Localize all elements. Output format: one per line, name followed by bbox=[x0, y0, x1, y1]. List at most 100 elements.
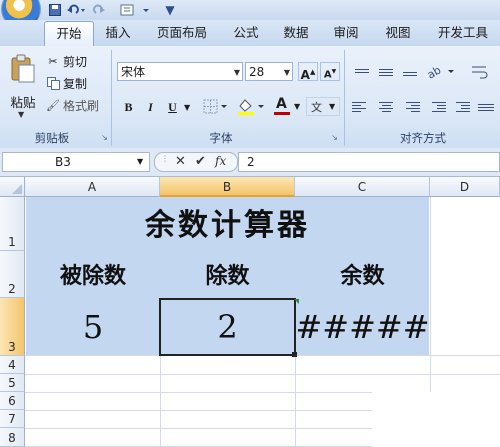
font-color-icon: A bbox=[276, 96, 287, 112]
italic-button[interactable]: I bbox=[141, 97, 160, 116]
grow-font-icon: A bbox=[300, 68, 310, 82]
row-header-4[interactable]: 4 bbox=[0, 356, 25, 374]
cell-c2-remainder-header[interactable]: 余数 bbox=[295, 258, 430, 296]
enter-icon[interactable]: ✔ bbox=[195, 154, 206, 169]
text-orientation-icon: ab bbox=[425, 63, 454, 82]
font-dialog-launcher-icon[interactable]: ↘ bbox=[330, 133, 339, 142]
group-separator bbox=[111, 50, 112, 146]
borders-icon bbox=[203, 99, 227, 114]
cell-a1-title[interactable]: 余数计算器 bbox=[26, 200, 429, 252]
copy-icon bbox=[46, 77, 60, 91]
top-align-button[interactable] bbox=[352, 64, 372, 80]
clipboard-dialog-launcher-icon[interactable]: ↘ bbox=[100, 133, 109, 142]
save-icon[interactable] bbox=[48, 2, 62, 17]
phonetic-guide-button[interactable]: 文 ▼ bbox=[306, 97, 340, 116]
svg-text:ab: ab bbox=[425, 63, 443, 81]
merge-center-button[interactable] bbox=[476, 99, 496, 115]
paste-button[interactable]: 粘贴 ▼ bbox=[4, 52, 42, 124]
formula-value: 2 bbox=[247, 155, 255, 169]
paint-bucket-icon bbox=[238, 99, 264, 115]
column-header-a[interactable]: A bbox=[25, 177, 160, 197]
align-left-icon bbox=[352, 99, 372, 115]
scissors-icon: ✂ bbox=[48, 55, 58, 68]
borders-button[interactable] bbox=[201, 97, 229, 116]
middle-align-button[interactable] bbox=[376, 64, 396, 80]
font-color-swatch bbox=[274, 112, 290, 115]
align-right-button[interactable] bbox=[400, 99, 420, 115]
format-painter-label: 格式刷 bbox=[63, 99, 100, 113]
row-header-8[interactable]: 8 bbox=[0, 428, 25, 447]
tab-data[interactable]: 数据 bbox=[274, 21, 318, 45]
tab-review[interactable]: 审阅 bbox=[324, 21, 368, 45]
tab-page-layout[interactable]: 页面布局 bbox=[146, 21, 218, 45]
decrease-indent-icon bbox=[426, 99, 446, 115]
insert-function-icon[interactable]: fx bbox=[215, 154, 226, 168]
format-painter-button[interactable]: 🖌 格式刷 bbox=[46, 96, 99, 116]
select-all-icon bbox=[12, 184, 22, 194]
align-bottom-icon bbox=[400, 64, 420, 80]
name-box[interactable]: B3 ▼ bbox=[2, 152, 150, 172]
align-right-icon bbox=[400, 99, 420, 115]
font-size-select[interactable]: 28 ▼ bbox=[245, 62, 293, 81]
copy-button[interactable]: 复制 bbox=[46, 74, 87, 94]
align-center-button[interactable] bbox=[376, 99, 396, 115]
increase-indent-button[interactable] bbox=[450, 99, 470, 115]
select-all-button[interactable] bbox=[0, 177, 25, 197]
cell-a2-dividend-header[interactable]: 被除数 bbox=[26, 258, 160, 296]
undo-icon[interactable] bbox=[66, 2, 88, 17]
tab-view[interactable]: 视图 bbox=[376, 21, 420, 45]
row-header-6[interactable]: 6 bbox=[0, 392, 25, 410]
print-preview-icon[interactable] bbox=[118, 2, 154, 17]
shrink-font-icon: A bbox=[323, 69, 332, 81]
tab-developer[interactable]: 开发工具 bbox=[428, 21, 498, 45]
shrink-font-button[interactable]: A▼ bbox=[320, 62, 340, 81]
formula-controls: ⋮ ✕ ✔ fx bbox=[154, 152, 238, 172]
grow-font-button[interactable]: A▲ bbox=[298, 62, 318, 82]
align-top-icon bbox=[352, 64, 372, 80]
tab-formulas[interactable]: 公式 bbox=[224, 21, 268, 45]
column-header-d[interactable]: D bbox=[430, 177, 500, 197]
phonetic-icon: 文 bbox=[311, 101, 322, 114]
cancel-icon[interactable]: ✕ bbox=[175, 154, 186, 169]
font-color-button[interactable]: A ▼ bbox=[272, 96, 302, 116]
cut-button[interactable]: ✂ 剪切 bbox=[46, 52, 87, 72]
paste-label: 粘贴 bbox=[10, 95, 36, 110]
increase-indent-icon bbox=[450, 99, 470, 115]
cell-b2-divisor-header[interactable]: 除数 bbox=[160, 258, 295, 296]
align-left-button[interactable] bbox=[352, 99, 372, 115]
orientation-button[interactable]: ab bbox=[424, 62, 458, 82]
bold-button[interactable]: B bbox=[119, 97, 138, 116]
row-header-2[interactable]: 2 bbox=[0, 251, 25, 298]
fill-handle[interactable] bbox=[292, 352, 297, 357]
tab-insert[interactable]: 插入 bbox=[96, 21, 140, 45]
active-cell-border bbox=[159, 298, 296, 356]
customize-quick-access[interactable]: ▼ bbox=[164, 2, 176, 17]
column-header-c[interactable]: C bbox=[295, 177, 430, 197]
tab-home[interactable]: 开始 bbox=[44, 21, 94, 47]
underline-button[interactable]: U bbox=[163, 97, 182, 116]
row-header-1[interactable]: 1 bbox=[0, 197, 25, 251]
row-header-3[interactable]: 3 bbox=[0, 298, 25, 356]
gridline bbox=[25, 374, 500, 375]
cell-a3-dividend[interactable]: 5 bbox=[26, 300, 160, 355]
font-group-label: 字体 bbox=[209, 131, 233, 145]
error-indicator-icon bbox=[294, 299, 299, 304]
chevron-down-icon: ▼ bbox=[233, 68, 240, 77]
resize-handle-icon[interactable]: ⋮ bbox=[161, 154, 169, 163]
align-middle-icon bbox=[376, 64, 396, 80]
bottom-align-button[interactable] bbox=[400, 64, 420, 80]
alignment-group-label: 对齐方式 bbox=[400, 131, 446, 145]
font-name-select[interactable]: 宋体 ▼ bbox=[117, 62, 243, 81]
column-header-b[interactable]: B bbox=[160, 177, 295, 197]
formula-input[interactable]: 2 bbox=[238, 152, 500, 172]
cell-c3-remainder[interactable]: ##### bbox=[295, 300, 430, 355]
underline-dropdown-icon[interactable]: ▼ bbox=[184, 103, 190, 112]
row-header-7[interactable]: 7 bbox=[0, 410, 25, 428]
row-header-5[interactable]: 5 bbox=[0, 374, 25, 392]
redo-icon[interactable] bbox=[92, 2, 114, 17]
decrease-indent-button[interactable] bbox=[426, 99, 446, 115]
align-center-icon bbox=[376, 99, 396, 115]
wrap-text-button[interactable] bbox=[470, 62, 490, 81]
chevron-down-icon: ▼ bbox=[283, 68, 290, 77]
fill-color-button[interactable] bbox=[236, 97, 266, 116]
